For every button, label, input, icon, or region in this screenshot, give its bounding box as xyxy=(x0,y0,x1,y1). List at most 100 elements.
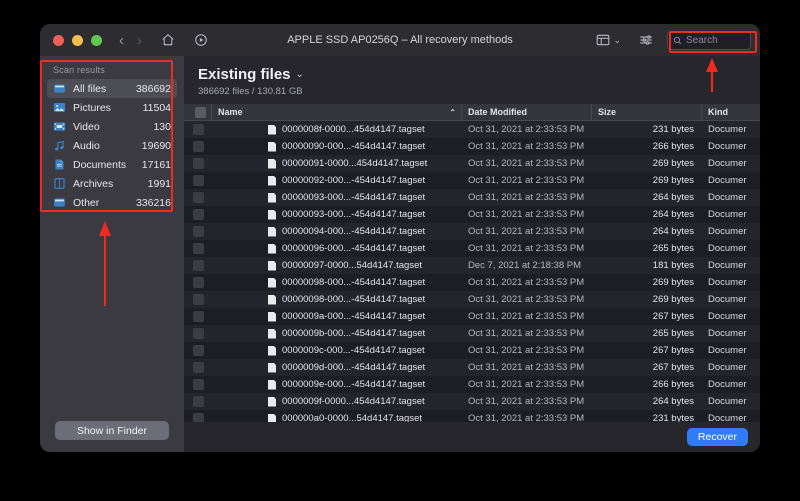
chevron-down-icon: ⌄ xyxy=(295,69,304,80)
file-name: 00000096-000...-454d4147.tagset xyxy=(282,243,426,254)
cell-kind: Documer xyxy=(708,192,747,203)
table-row[interactable]: 0000008f-0000...454d4147.tagset Oct 31, 2… xyxy=(184,121,760,138)
row-checkbox[interactable] xyxy=(184,308,212,325)
table-row[interactable]: 00000093-000...-454d4147.tagset Oct 31, 2… xyxy=(184,189,760,206)
row-checkbox[interactable] xyxy=(184,325,212,342)
table-row[interactable]: 00000090-000...-454d4147.tagset Oct 31, 2… xyxy=(184,138,760,155)
table-row[interactable]: 00000098-000...-454d4147.tagset Oct 31, 2… xyxy=(184,291,760,308)
sidebar-item-video[interactable]: Video 130 xyxy=(47,117,177,136)
existing-files-dropdown[interactable]: Existing files ⌄ xyxy=(198,66,760,83)
select-all-checkbox[interactable] xyxy=(184,104,212,120)
filter-sliders-icon[interactable] xyxy=(639,33,653,47)
sidebar-item-audio[interactable]: Audio 19690 xyxy=(47,136,177,155)
files-summary: 386692 files / 130.81 GB xyxy=(198,86,303,97)
row-checkbox[interactable] xyxy=(184,376,212,393)
chevron-down-icon: ⌄ xyxy=(613,34,621,45)
column-label-date: Date Modified xyxy=(468,107,528,117)
table-row[interactable]: 0000009e-000...-454d4147.tagset Oct 31, 2… xyxy=(184,376,760,393)
document-icon xyxy=(268,226,276,237)
cell-kind: Documer xyxy=(708,124,747,135)
cell-date-modified: Oct 31, 2021 at 2:33:53 PM xyxy=(468,226,585,237)
document-icon xyxy=(268,413,276,422)
row-checkbox[interactable] xyxy=(184,172,212,189)
sidebar-item-archives[interactable]: Archives 1991 xyxy=(47,174,177,193)
file-name: 0000009e-000...-454d4147.tagset xyxy=(282,379,426,390)
row-checkbox[interactable] xyxy=(184,359,212,376)
table-row[interactable]: 00000092-000...-454d4147.tagset Oct 31, 2… xyxy=(184,172,760,189)
cell-size: 264 bytes xyxy=(652,209,694,220)
row-checkbox[interactable] xyxy=(184,274,212,291)
table-row[interactable]: 00000097-0000...54d4147.tagset Dec 7, 202… xyxy=(184,257,760,274)
table-row[interactable]: 0000009b-000...-454d4147.tagset Oct 31, 2… xyxy=(184,325,760,342)
row-checkbox[interactable] xyxy=(184,240,212,257)
minimize-button[interactable] xyxy=(72,34,83,46)
column-header-name[interactable]: Name ⌃ xyxy=(212,104,462,120)
row-checkbox[interactable] xyxy=(184,291,212,308)
forward-icon[interactable]: › xyxy=(137,33,142,48)
column-header-kind[interactable]: Kind xyxy=(702,104,760,120)
main-panel: Existing files ⌄ 386692 files / 130.81 G… xyxy=(184,56,760,452)
row-checkbox[interactable] xyxy=(184,121,212,138)
cell-name: 0000009a-000...-454d4147.tagset xyxy=(212,308,462,325)
sidebar-item-all-files[interactable]: All files 386692 xyxy=(47,79,177,98)
sidebar-item-documents[interactable]: Documents 17161 xyxy=(47,155,177,174)
table-row[interactable]: 0000009f-0000...454d4147.tagset Oct 31, 2… xyxy=(184,393,760,410)
table-row[interactable]: 0000009d-000...-454d4147.tagset Oct 31, 2… xyxy=(184,359,760,376)
document-icon xyxy=(268,124,276,135)
row-checkbox[interactable] xyxy=(184,393,212,410)
sidebar-item-label: Pictures xyxy=(73,101,111,114)
table-row[interactable]: 00000093-000...-454d4147.tagset Oct 31, 2… xyxy=(184,206,760,223)
document-icon xyxy=(268,345,276,356)
table-row[interactable]: 00000094-000...-454d4147.tagset Oct 31, 2… xyxy=(184,223,760,240)
search-input[interactable]: Search xyxy=(667,30,751,50)
cell-date-modified: Oct 31, 2021 at 2:33:53 PM xyxy=(468,311,585,322)
cell-name: 00000092-000...-454d4147.tagset xyxy=(212,172,462,189)
cell-kind: Documer xyxy=(708,311,747,322)
cell-kind: Documer xyxy=(708,345,747,356)
all-files-icon xyxy=(53,82,66,95)
table-row[interactable]: 00000096-000...-454d4147.tagset Oct 31, 2… xyxy=(184,240,760,257)
cell-name: 0000009b-000...-454d4147.tagset xyxy=(212,325,462,342)
file-name: 0000009f-0000...454d4147.tagset xyxy=(282,396,425,407)
document-icon xyxy=(268,277,276,288)
back-icon[interactable]: ‹ xyxy=(119,33,124,48)
cell-date-modified: Oct 31, 2021 at 2:33:53 PM xyxy=(468,243,585,254)
home-icon[interactable] xyxy=(161,33,175,47)
row-checkbox[interactable] xyxy=(184,410,212,422)
column-header-size[interactable]: Size xyxy=(592,104,702,120)
column-header-date-modified[interactable]: Date Modified xyxy=(462,104,592,120)
file-name: 00000094-000...-454d4147.tagset xyxy=(282,226,426,237)
row-checkbox[interactable] xyxy=(184,342,212,359)
cell-date-modified: Oct 31, 2021 at 2:33:53 PM xyxy=(468,141,585,152)
file-list[interactable]: 0000008f-0000...454d4147.tagset Oct 31, 2… xyxy=(184,121,760,422)
row-checkbox[interactable] xyxy=(184,206,212,223)
toolbar-right-group: ⌄ Search xyxy=(596,30,760,50)
sidebar-item-label: Other xyxy=(73,196,100,209)
sidebar-item-other[interactable]: Other 336216 xyxy=(47,193,177,212)
table-row[interactable]: 0000009a-000...-454d4147.tagset Oct 31, 2… xyxy=(184,308,760,325)
row-checkbox[interactable] xyxy=(184,257,212,274)
row-checkbox[interactable] xyxy=(184,155,212,172)
cell-size: 266 bytes xyxy=(652,141,694,152)
sidebar-item-pictures[interactable]: Pictures 11504 xyxy=(47,98,177,117)
close-button[interactable] xyxy=(53,34,64,46)
cell-size: 181 bytes xyxy=(652,260,694,271)
table-row[interactable]: 0000009c-000...-454d4147.tagset Oct 31, 2… xyxy=(184,342,760,359)
recovery-app-window: ‹ › APPLE SSD AP0256Q – All recovery met… xyxy=(40,24,760,452)
cell-date-modified: Oct 31, 2021 at 2:33:53 PM xyxy=(468,345,585,356)
table-row[interactable]: 000000a0-0000...54d4147.tagset Oct 31, 20… xyxy=(184,410,760,422)
table-row[interactable]: 00000098-000...-454d4147.tagset Oct 31, 2… xyxy=(184,274,760,291)
file-name: 00000090-000...-454d4147.tagset xyxy=(282,141,426,152)
cell-name: 00000093-000...-454d4147.tagset xyxy=(212,206,462,223)
document-icon xyxy=(268,141,276,152)
zoom-button[interactable] xyxy=(91,34,102,46)
view-mode-button[interactable]: ⌄ xyxy=(596,34,621,46)
play-circle-icon[interactable] xyxy=(194,33,208,47)
row-checkbox[interactable] xyxy=(184,189,212,206)
table-row[interactable]: 00000091-0000...454d4147.tagset Oct 31, 2… xyxy=(184,155,760,172)
row-checkbox[interactable] xyxy=(184,223,212,240)
row-checkbox[interactable] xyxy=(184,138,212,155)
document-icon xyxy=(268,158,276,169)
show-in-finder-button[interactable]: Show in Finder xyxy=(55,421,169,440)
recover-button[interactable]: Recover xyxy=(686,428,748,446)
